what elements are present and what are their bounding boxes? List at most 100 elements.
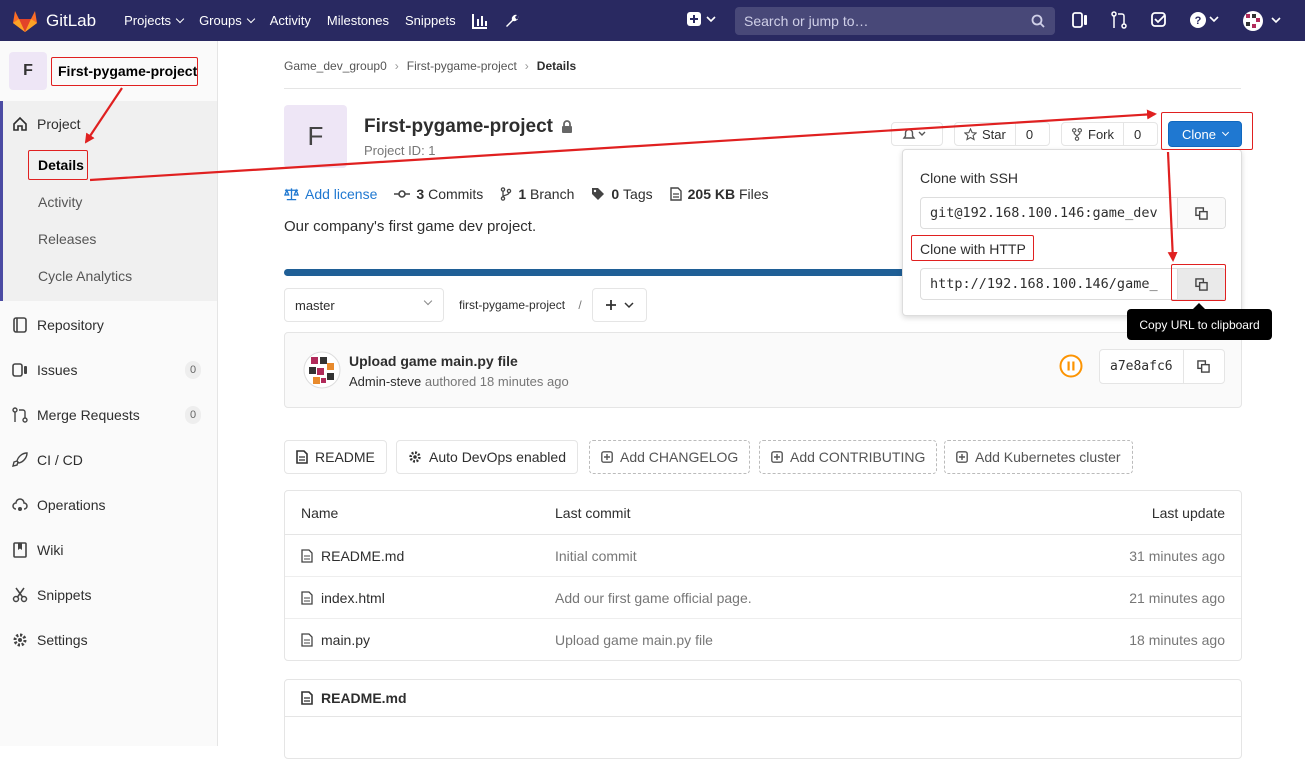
sidebar-item-wiki[interactable]: Wiki xyxy=(0,533,217,567)
plus-icon xyxy=(605,300,634,310)
add-kubernetes-pill[interactable]: Add Kubernetes cluster xyxy=(944,440,1133,474)
readme-title[interactable]: README.md xyxy=(321,690,407,706)
files-size: 205 KB xyxy=(687,186,736,202)
commit-sha-group: a7e8afc6 xyxy=(1099,349,1225,384)
table-row[interactable]: index.html Add our first game official p… xyxy=(285,577,1241,619)
add-changelog-pill[interactable]: Add CHANGELOG xyxy=(589,440,751,474)
branch-selector[interactable]: master xyxy=(284,288,444,322)
pipeline-paused-icon[interactable] xyxy=(1059,354,1083,378)
analytics-icon[interactable] xyxy=(464,0,496,41)
files-link[interactable]: 205 KB Files xyxy=(669,186,769,202)
table-row[interactable]: README.md Initial commit 31 minutes ago xyxy=(285,535,1241,577)
sidebar-item-ci-cd[interactable]: CI / CD xyxy=(0,443,217,477)
sidebar-sub-details[interactable]: Details xyxy=(38,157,84,173)
gitlab-logo[interactable]: GitLab xyxy=(12,0,96,41)
commit-author-avatar[interactable] xyxy=(303,351,341,389)
admin-wrench-icon[interactable] xyxy=(496,0,528,41)
commit-icon xyxy=(394,190,411,198)
sidebar-project-name: First-pygame-project xyxy=(58,63,198,79)
sidebar-sub-cycle-analytics[interactable]: Cycle Analytics xyxy=(38,268,132,284)
clone-http-url[interactable]: http://192.168.100.146/game_ xyxy=(921,269,1177,299)
star-button[interactable]: Star 0 xyxy=(954,122,1050,146)
sidebar-item-label: Settings xyxy=(37,632,88,648)
project-description: Our company's first game dev project. xyxy=(284,218,537,235)
sidebar-item-repository[interactable]: Repository xyxy=(0,308,217,342)
commits-link[interactable]: 3 Commits xyxy=(394,186,483,202)
sidebar-item-operations[interactable]: Operations xyxy=(0,488,217,522)
scale-icon xyxy=(284,188,299,201)
commit-author[interactable]: Admin-steve xyxy=(349,374,421,389)
fork-button[interactable]: Fork 0 xyxy=(1061,122,1158,146)
search-input[interactable]: Search or jump to… xyxy=(735,7,1055,35)
nav-milestones-label: Milestones xyxy=(326,13,390,28)
todo-panel-icon[interactable] xyxy=(1072,11,1088,32)
todos-check-icon[interactable] xyxy=(1151,11,1167,32)
breadcrumb-project[interactable]: First-pygame-project xyxy=(407,59,517,73)
breadcrumb-chevron-icon: › xyxy=(394,59,399,73)
nav-projects[interactable]: Projects xyxy=(116,0,191,41)
file-icon xyxy=(301,590,313,605)
main-content: Game_dev_group0 › First-pygame-project › D… xyxy=(218,41,1305,759)
commit-sha[interactable]: a7e8afc6 xyxy=(1100,350,1184,383)
copy-url-tooltip: Copy URL to clipboard xyxy=(1127,303,1272,340)
user-avatar-menu[interactable] xyxy=(1242,10,1284,35)
new-plus-icon[interactable] xyxy=(687,11,717,32)
copy-icon xyxy=(1195,277,1208,291)
clone-dropdown-menu: Clone with SSH git@192.168.100.146:game_… xyxy=(902,149,1242,316)
header-name: Name xyxy=(301,504,339,521)
help-icon[interactable]: ? xyxy=(1189,11,1219,32)
copy-http-button[interactable] xyxy=(1177,269,1225,299)
sidebar-sub-activity[interactable]: Activity xyxy=(38,194,82,210)
file-last-commit[interactable]: Upload game main.py file xyxy=(555,632,713,648)
pill-label: README xyxy=(315,449,375,465)
sidebar-item-project[interactable]: Project xyxy=(0,107,217,141)
pill-label: Add CONTRIBUTING xyxy=(790,449,926,465)
file-last-commit[interactable]: Add our first game official page. xyxy=(555,590,752,606)
file-name-cell[interactable]: main.py xyxy=(301,632,370,648)
copy-sha-button[interactable] xyxy=(1184,350,1224,383)
breadcrumb-group[interactable]: Game_dev_group0 xyxy=(284,59,387,73)
gear-icon xyxy=(11,632,29,648)
fork-label-seg: Fork xyxy=(1062,123,1123,145)
nav-milestones[interactable]: Milestones xyxy=(319,0,397,41)
star-count[interactable]: 0 xyxy=(1014,123,1043,145)
sidebar-context-header[interactable]: F First-pygame-project xyxy=(0,41,217,101)
branches-link[interactable]: 1 Branch xyxy=(500,186,574,202)
file-icon xyxy=(301,691,313,705)
clone-button[interactable]: Clone xyxy=(1168,121,1242,147)
add-license-link[interactable]: Add license xyxy=(284,186,377,202)
chevron-down-icon xyxy=(175,14,185,24)
sidebar-item-issues[interactable]: Issues 0 xyxy=(0,353,217,387)
add-contributing-pill[interactable]: Add CONTRIBUTING xyxy=(759,440,938,474)
add-file-dropdown[interactable] xyxy=(592,288,647,322)
commit-title[interactable]: Upload game main.py file xyxy=(349,353,518,369)
readme-pill[interactable]: README xyxy=(284,440,387,474)
home-icon xyxy=(11,116,29,132)
sidebar-item-snippets[interactable]: Snippets xyxy=(0,578,217,612)
notification-button[interactable] xyxy=(891,122,943,146)
pill-label: Auto DevOps enabled xyxy=(429,449,566,465)
file-last-commit[interactable]: Initial commit xyxy=(555,548,637,564)
clone-ssh-field[interactable]: git@192.168.100.146:game_dev xyxy=(920,197,1226,229)
clone-ssh-url[interactable]: git@192.168.100.146:game_dev xyxy=(921,198,1177,228)
repo-path-root[interactable]: first-pygame-project xyxy=(459,298,565,312)
project-title: First-pygame-project xyxy=(364,116,573,138)
sidebar-item-merge-requests[interactable]: Merge Requests 0 xyxy=(0,398,217,432)
tags-link[interactable]: 0 Tags xyxy=(591,186,653,202)
sidebar-item-settings[interactable]: Settings xyxy=(0,623,217,657)
sidebar-sub-releases[interactable]: Releases xyxy=(38,231,96,247)
file-name-cell[interactable]: index.html xyxy=(301,590,385,606)
fork-count[interactable]: 0 xyxy=(1123,123,1151,145)
copy-ssh-button[interactable] xyxy=(1177,198,1225,228)
sidebar-item-label: Repository xyxy=(37,317,104,333)
file-icon xyxy=(296,450,308,464)
auto-devops-pill[interactable]: Auto DevOps enabled xyxy=(396,440,578,474)
nav-groups[interactable]: Groups xyxy=(191,0,262,41)
nav-activity[interactable]: Activity xyxy=(262,0,319,41)
merge-requests-icon[interactable] xyxy=(1111,11,1127,32)
nav-snippets[interactable]: Snippets xyxy=(397,0,464,41)
file-name-cell[interactable]: README.md xyxy=(301,548,404,564)
table-row[interactable]: main.py Upload game main.py file 18 minu… xyxy=(285,619,1241,661)
pill-label: Add CHANGELOG xyxy=(620,449,739,465)
clone-http-field[interactable]: http://192.168.100.146/game_ xyxy=(920,268,1226,300)
